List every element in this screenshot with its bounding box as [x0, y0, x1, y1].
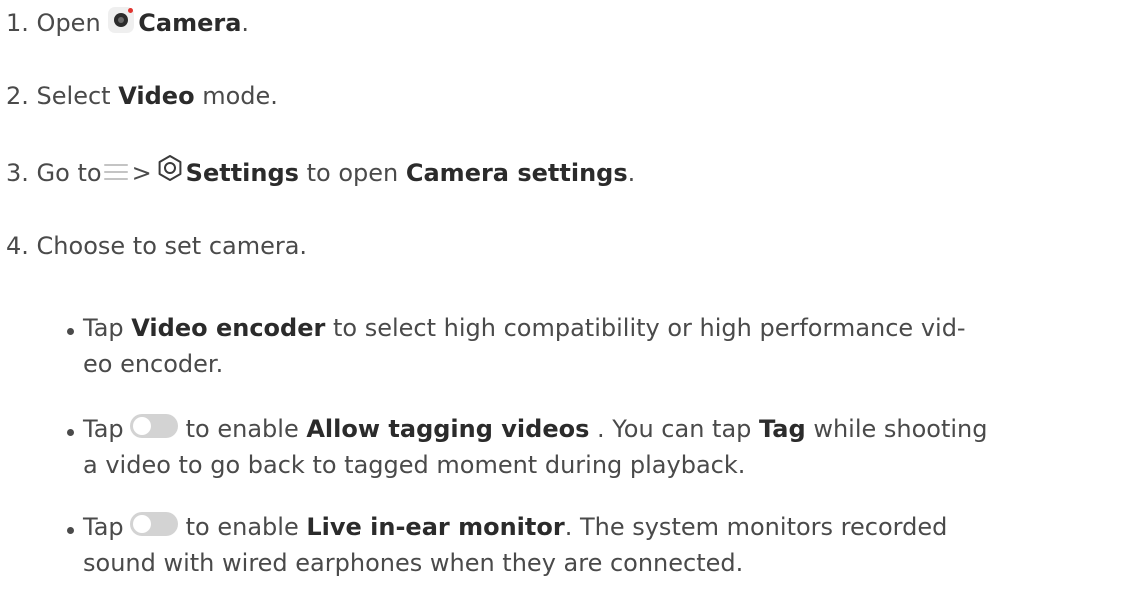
bullet-3-line-1: Tap to enable Live in-ear monitor. The sy… — [83, 510, 947, 544]
bullet-dot — [67, 527, 74, 534]
toggle-switch-off-icon — [129, 414, 178, 438]
bullet-text: a video to go back to tagged moment duri… — [83, 451, 746, 479]
bullet-text: while shooting — [813, 415, 988, 443]
step-text: Choose to set camera. — [36, 232, 308, 260]
step-text: Select — [36, 82, 111, 110]
bullet-3-line-2: sound with wired earphones when they are… — [83, 546, 743, 580]
bullet-2-line-1: Tap to enable Allow tagging videos . You … — [83, 412, 988, 446]
bullet-text: sound with wired earphones when they are… — [83, 549, 744, 577]
settings-label: Settings — [185, 159, 299, 187]
step-text-end: . — [627, 159, 636, 187]
bullet-text: Tap — [83, 513, 124, 541]
step-1: 1. Open Camera. — [6, 6, 249, 40]
allow-tagging-videos-label: Allow tagging videos — [306, 415, 590, 443]
step-3: 3. Go to > Settings to open Camera setti… — [6, 154, 636, 190]
step-number: 1. — [6, 9, 29, 37]
camera-label: Camera — [138, 9, 242, 37]
bullet-text: Tap — [83, 314, 124, 342]
step-4: 4. Choose to set camera. — [6, 229, 307, 263]
toggle-switch-off-icon — [129, 512, 178, 536]
step-number: 2. — [6, 82, 29, 110]
bullet-text: to enable — [185, 415, 299, 443]
bullet-text: to enable — [185, 513, 299, 541]
bullet-dot — [67, 429, 74, 436]
video-encoder-label: Video encoder — [131, 314, 326, 342]
live-in-ear-monitor-label: Live in-ear monitor — [306, 513, 565, 541]
hamburger-menu-icon — [103, 161, 128, 183]
bullet-2-line-2: a video to go back to tagged moment duri… — [83, 448, 745, 482]
bullet-text: . The system monitors recorded — [564, 513, 948, 541]
tag-label: Tag — [759, 415, 806, 443]
step-number: 3. — [6, 159, 29, 187]
settings-gear-icon — [156, 154, 184, 182]
step-text-mid: to open — [306, 159, 399, 187]
camera-settings-label: Camera settings — [405, 159, 628, 187]
bullet-text: . You can tap — [597, 415, 752, 443]
step-text: Open — [36, 9, 101, 37]
step-text-end: mode. — [202, 82, 278, 110]
step-number: 4. — [6, 232, 29, 260]
step-text-end: . — [241, 9, 250, 37]
bullet-1-line-2: eo encoder. — [83, 347, 223, 381]
camera-app-icon — [108, 7, 135, 33]
bullet-1-line-1: Tap Video encoder to select high compati… — [83, 311, 966, 345]
bullet-text: Tap — [83, 415, 124, 443]
step-2: 2. Select Video mode. — [6, 79, 278, 113]
video-label: Video — [118, 82, 195, 110]
step-text: Go to — [36, 159, 102, 187]
separator: > — [131, 159, 152, 187]
bullet-text: to select high compatibility or high per… — [332, 314, 966, 342]
bullet-text: eo encoder. — [83, 350, 224, 378]
bullet-dot — [67, 328, 74, 335]
